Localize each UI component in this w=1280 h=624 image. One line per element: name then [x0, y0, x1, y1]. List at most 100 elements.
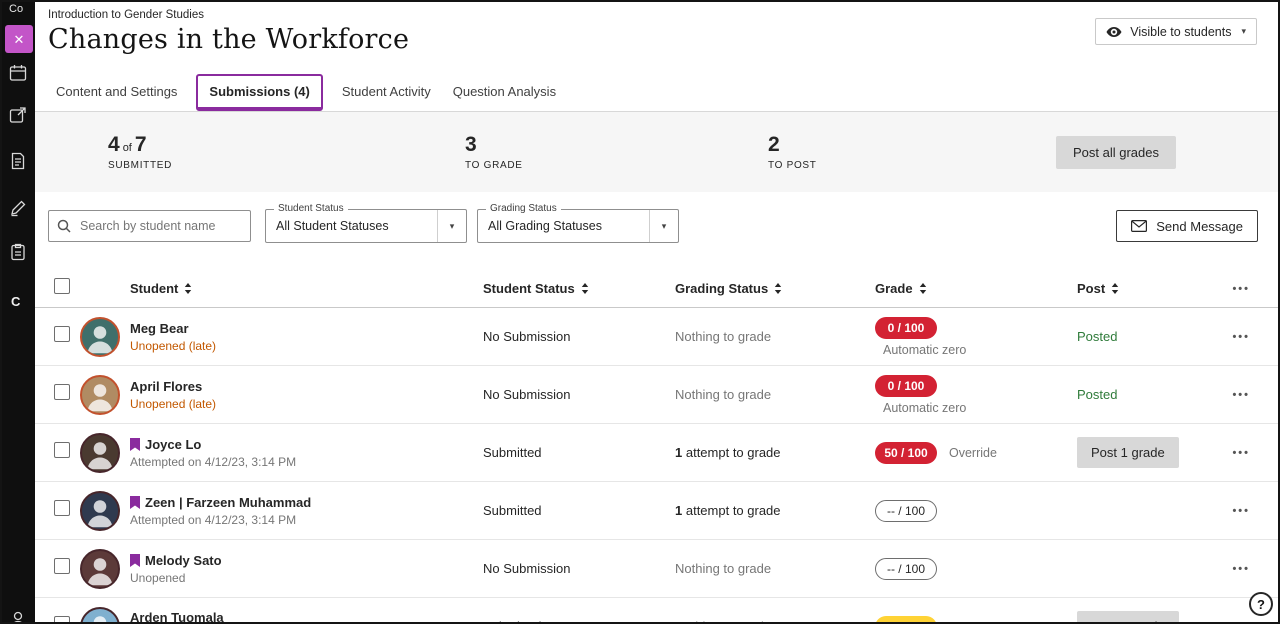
student-substatus: Unopened (late): [130, 339, 216, 353]
student-status-cell: No Submission: [483, 561, 675, 576]
send-message-button[interactable]: Send Message: [1116, 210, 1258, 242]
post-grade-button[interactable]: Post 1 grade: [1077, 437, 1179, 468]
row-overflow-menu[interactable]: •••: [1232, 617, 1250, 624]
help-button[interactable]: ?: [1249, 592, 1273, 616]
tab-content-and-settings[interactable]: Content and Settings: [45, 72, 188, 111]
grade-pill[interactable]: 0 / 100: [875, 375, 937, 397]
avatar: [80, 433, 120, 473]
chevron-down-icon: ▾: [437, 210, 466, 242]
row-overflow-menu[interactable]: •••: [1232, 385, 1250, 405]
page-header: Introduction to Gender Studies Changes i…: [35, 2, 1278, 72]
student-name[interactable]: Joyce Lo: [145, 437, 201, 452]
row-overflow-menu[interactable]: •••: [1232, 501, 1250, 521]
row-checkbox[interactable]: [54, 326, 70, 342]
visibility-dropdown[interactable]: Visible to students ▾: [1095, 18, 1257, 45]
student-name[interactable]: Meg Bear: [130, 321, 189, 336]
sort-icon[interactable]: [774, 283, 782, 294]
avatar: [80, 549, 120, 589]
sort-icon[interactable]: [184, 283, 192, 294]
grade-pill[interactable]: 0 / 100: [875, 317, 937, 339]
edit-icon[interactable]: [9, 199, 27, 217]
student-status-select[interactable]: Student Status All Student Statuses ▾: [265, 209, 467, 243]
flag-icon: [130, 554, 140, 567]
row-checkbox[interactable]: [54, 442, 70, 458]
chevron-down-icon: ▾: [649, 210, 678, 242]
stat-to-grade-label: TO GRADE: [465, 160, 768, 171]
avatar: [80, 317, 120, 357]
search-icon: [57, 219, 71, 233]
col-student[interactable]: Student: [130, 281, 178, 296]
post-all-grades-button[interactable]: Post all grades: [1056, 136, 1176, 169]
tab-student-activity[interactable]: Student Activity: [331, 72, 442, 111]
clipboard-icon[interactable]: [9, 243, 27, 261]
stat-to-post: 2 TO POST: [768, 133, 817, 170]
close-panel-button[interactable]: ✕: [5, 25, 33, 53]
row-checkbox[interactable]: [54, 500, 70, 516]
grade-note: Automatic zero: [883, 401, 1077, 415]
page-title: Changes in the Workforce: [48, 24, 1256, 55]
student-name[interactable]: Melody Sato: [145, 553, 222, 568]
student-name[interactable]: April Flores: [130, 379, 202, 394]
flag-icon: [130, 438, 140, 451]
profile-icon[interactable]: [9, 610, 27, 624]
student-status-cell: Submitted: [483, 445, 675, 460]
row-overflow-menu[interactable]: •••: [1232, 327, 1250, 347]
share-icon[interactable]: [9, 106, 27, 124]
sort-icon[interactable]: [581, 283, 589, 294]
student-name[interactable]: Arden Tuomala: [130, 610, 224, 624]
post-grade-button[interactable]: Post 1 grade: [1077, 611, 1179, 624]
student-substatus: Unopened: [130, 571, 222, 585]
student-status-cell: No Submission: [483, 329, 675, 344]
col-grade[interactable]: Grade: [875, 281, 913, 296]
posted-label: Posted: [1077, 329, 1117, 344]
select-all-checkbox[interactable]: [54, 278, 70, 294]
student-status-cell: Submitted: [483, 619, 675, 624]
grading-status-cell: Nothing to grade: [675, 387, 875, 402]
row-checkbox[interactable]: [54, 616, 70, 624]
sort-icon[interactable]: [1111, 283, 1119, 294]
grading-status-label: Grading Status: [486, 203, 561, 214]
row-overflow-menu[interactable]: •••: [1232, 443, 1250, 463]
sort-icon[interactable]: [919, 283, 927, 294]
stat-to-post-label: TO POST: [768, 160, 817, 171]
grade-pill[interactable]: 70 / 100: [875, 616, 937, 624]
table-row: Arden Tuomala Submitted Nothing to grade…: [35, 598, 1278, 624]
student-name[interactable]: Zeen | Farzeen Muhammad: [145, 495, 311, 510]
row-overflow-menu[interactable]: •••: [1232, 559, 1250, 579]
search-input[interactable]: [78, 218, 242, 234]
row-checkbox[interactable]: [54, 558, 70, 574]
table-row: Melody Sato Unopened No Submission Nothi…: [35, 540, 1278, 598]
student-status-cell: Submitted: [483, 503, 675, 518]
rail-partial-text: Co: [9, 3, 35, 15]
tab-submissions[interactable]: Submissions (4): [196, 74, 322, 111]
send-message-label: Send Message: [1156, 219, 1243, 234]
grade-pill[interactable]: -- / 100: [875, 500, 937, 522]
grading-status-cell: Nothing to grade: [675, 561, 875, 576]
app-window: Co ✕ C Introduction to Gender Studies Ch…: [0, 0, 1280, 624]
avatar: [80, 607, 120, 624]
grading-status-select[interactable]: Grading Status All Grading Statuses ▾: [477, 209, 679, 243]
rail-letter: C: [11, 294, 20, 309]
grade-pill[interactable]: 50 / 100: [875, 442, 937, 464]
override-label: Override: [949, 446, 997, 460]
col-grading-status[interactable]: Grading Status: [675, 281, 768, 296]
eye-icon: [1106, 26, 1122, 38]
row-checkbox[interactable]: [54, 384, 70, 400]
table-row: April Flores Unopened (late) No Submissi…: [35, 366, 1278, 424]
tab-question-analysis[interactable]: Question Analysis: [442, 72, 567, 111]
student-status-label: Student Status: [274, 203, 348, 214]
breadcrumb[interactable]: Introduction to Gender Studies: [48, 9, 204, 21]
col-student-status[interactable]: Student Status: [483, 281, 575, 296]
grade-pill[interactable]: -- / 100: [875, 558, 937, 580]
calendar-icon[interactable]: [9, 64, 27, 82]
col-post[interactable]: Post: [1077, 281, 1105, 296]
visibility-label: Visible to students: [1130, 25, 1231, 39]
close-icon: ✕: [14, 33, 25, 46]
table-overflow-menu[interactable]: •••: [1232, 279, 1250, 299]
grading-status-cell: Nothing to grade: [675, 619, 875, 624]
stats-band: 4of7 SUBMITTED 3 TO GRADE 2 TO POST Post…: [35, 112, 1278, 192]
student-substatus: Unopened (late): [130, 397, 216, 411]
document-icon[interactable]: [9, 152, 27, 170]
submitted-total: 7: [135, 133, 147, 156]
filter-bar: Student Status All Student Statuses ▾ Gr…: [35, 192, 1278, 260]
